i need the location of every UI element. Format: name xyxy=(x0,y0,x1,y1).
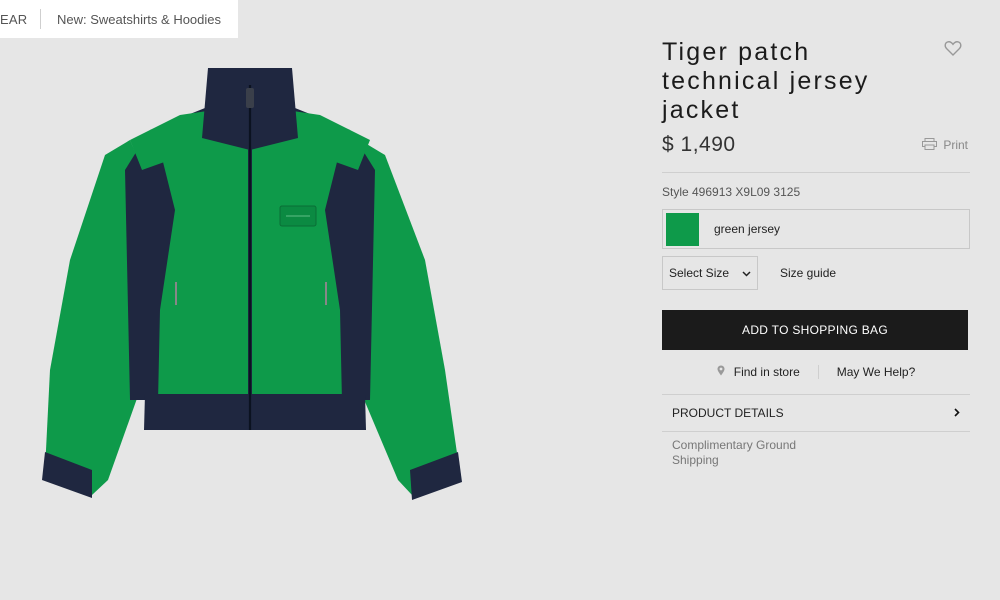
chevron-down-icon xyxy=(742,266,751,280)
find-in-store-link[interactable]: Find in store xyxy=(717,365,800,379)
divider xyxy=(662,172,970,173)
color-selector[interactable]: green jersey xyxy=(662,209,970,249)
chevron-right-icon xyxy=(954,406,960,420)
add-to-bag-button[interactable]: ADD TO SHOPPING BAG xyxy=(662,310,968,350)
product-details-toggle[interactable]: PRODUCT DETAILS xyxy=(662,394,970,432)
shipping-note: Complimentary Ground Shipping xyxy=(672,438,797,467)
find-in-store-label: Find in store xyxy=(733,365,800,379)
size-select[interactable]: Select Size xyxy=(662,256,758,290)
product-info-panel: Tiger patch technical jersey jacket $ 1,… xyxy=(662,38,970,468)
breadcrumb: EAR New: Sweatshirts & Hoodies xyxy=(0,0,238,38)
product-title: Tiger patch technical jersey jacket xyxy=(662,38,870,124)
breadcrumb-separator xyxy=(40,9,41,29)
product-details-label: PRODUCT DETAILS xyxy=(672,406,784,420)
breadcrumb-item[interactable]: New: Sweatshirts & Hoodies xyxy=(57,12,221,27)
product-image xyxy=(30,60,470,510)
style-number: Style 496913 X9L09 3125 xyxy=(662,185,801,199)
breadcrumb-item[interactable]: EAR xyxy=(0,12,40,27)
color-swatch xyxy=(666,212,699,246)
heart-icon[interactable] xyxy=(944,40,962,56)
may-we-help-link[interactable]: May We Help? xyxy=(837,365,915,379)
product-price: $ 1,490 xyxy=(662,133,736,156)
printer-icon xyxy=(922,137,943,153)
color-name: green jersey xyxy=(714,222,781,236)
size-select-label: Select Size xyxy=(669,266,730,280)
print-label: Print xyxy=(943,138,968,152)
help-links: Find in store May We Help? xyxy=(662,350,970,394)
help-separator xyxy=(817,365,819,379)
print-button[interactable]: Print xyxy=(922,137,968,153)
location-pin-icon xyxy=(717,365,734,379)
size-guide-link[interactable]: Size guide xyxy=(780,266,836,280)
